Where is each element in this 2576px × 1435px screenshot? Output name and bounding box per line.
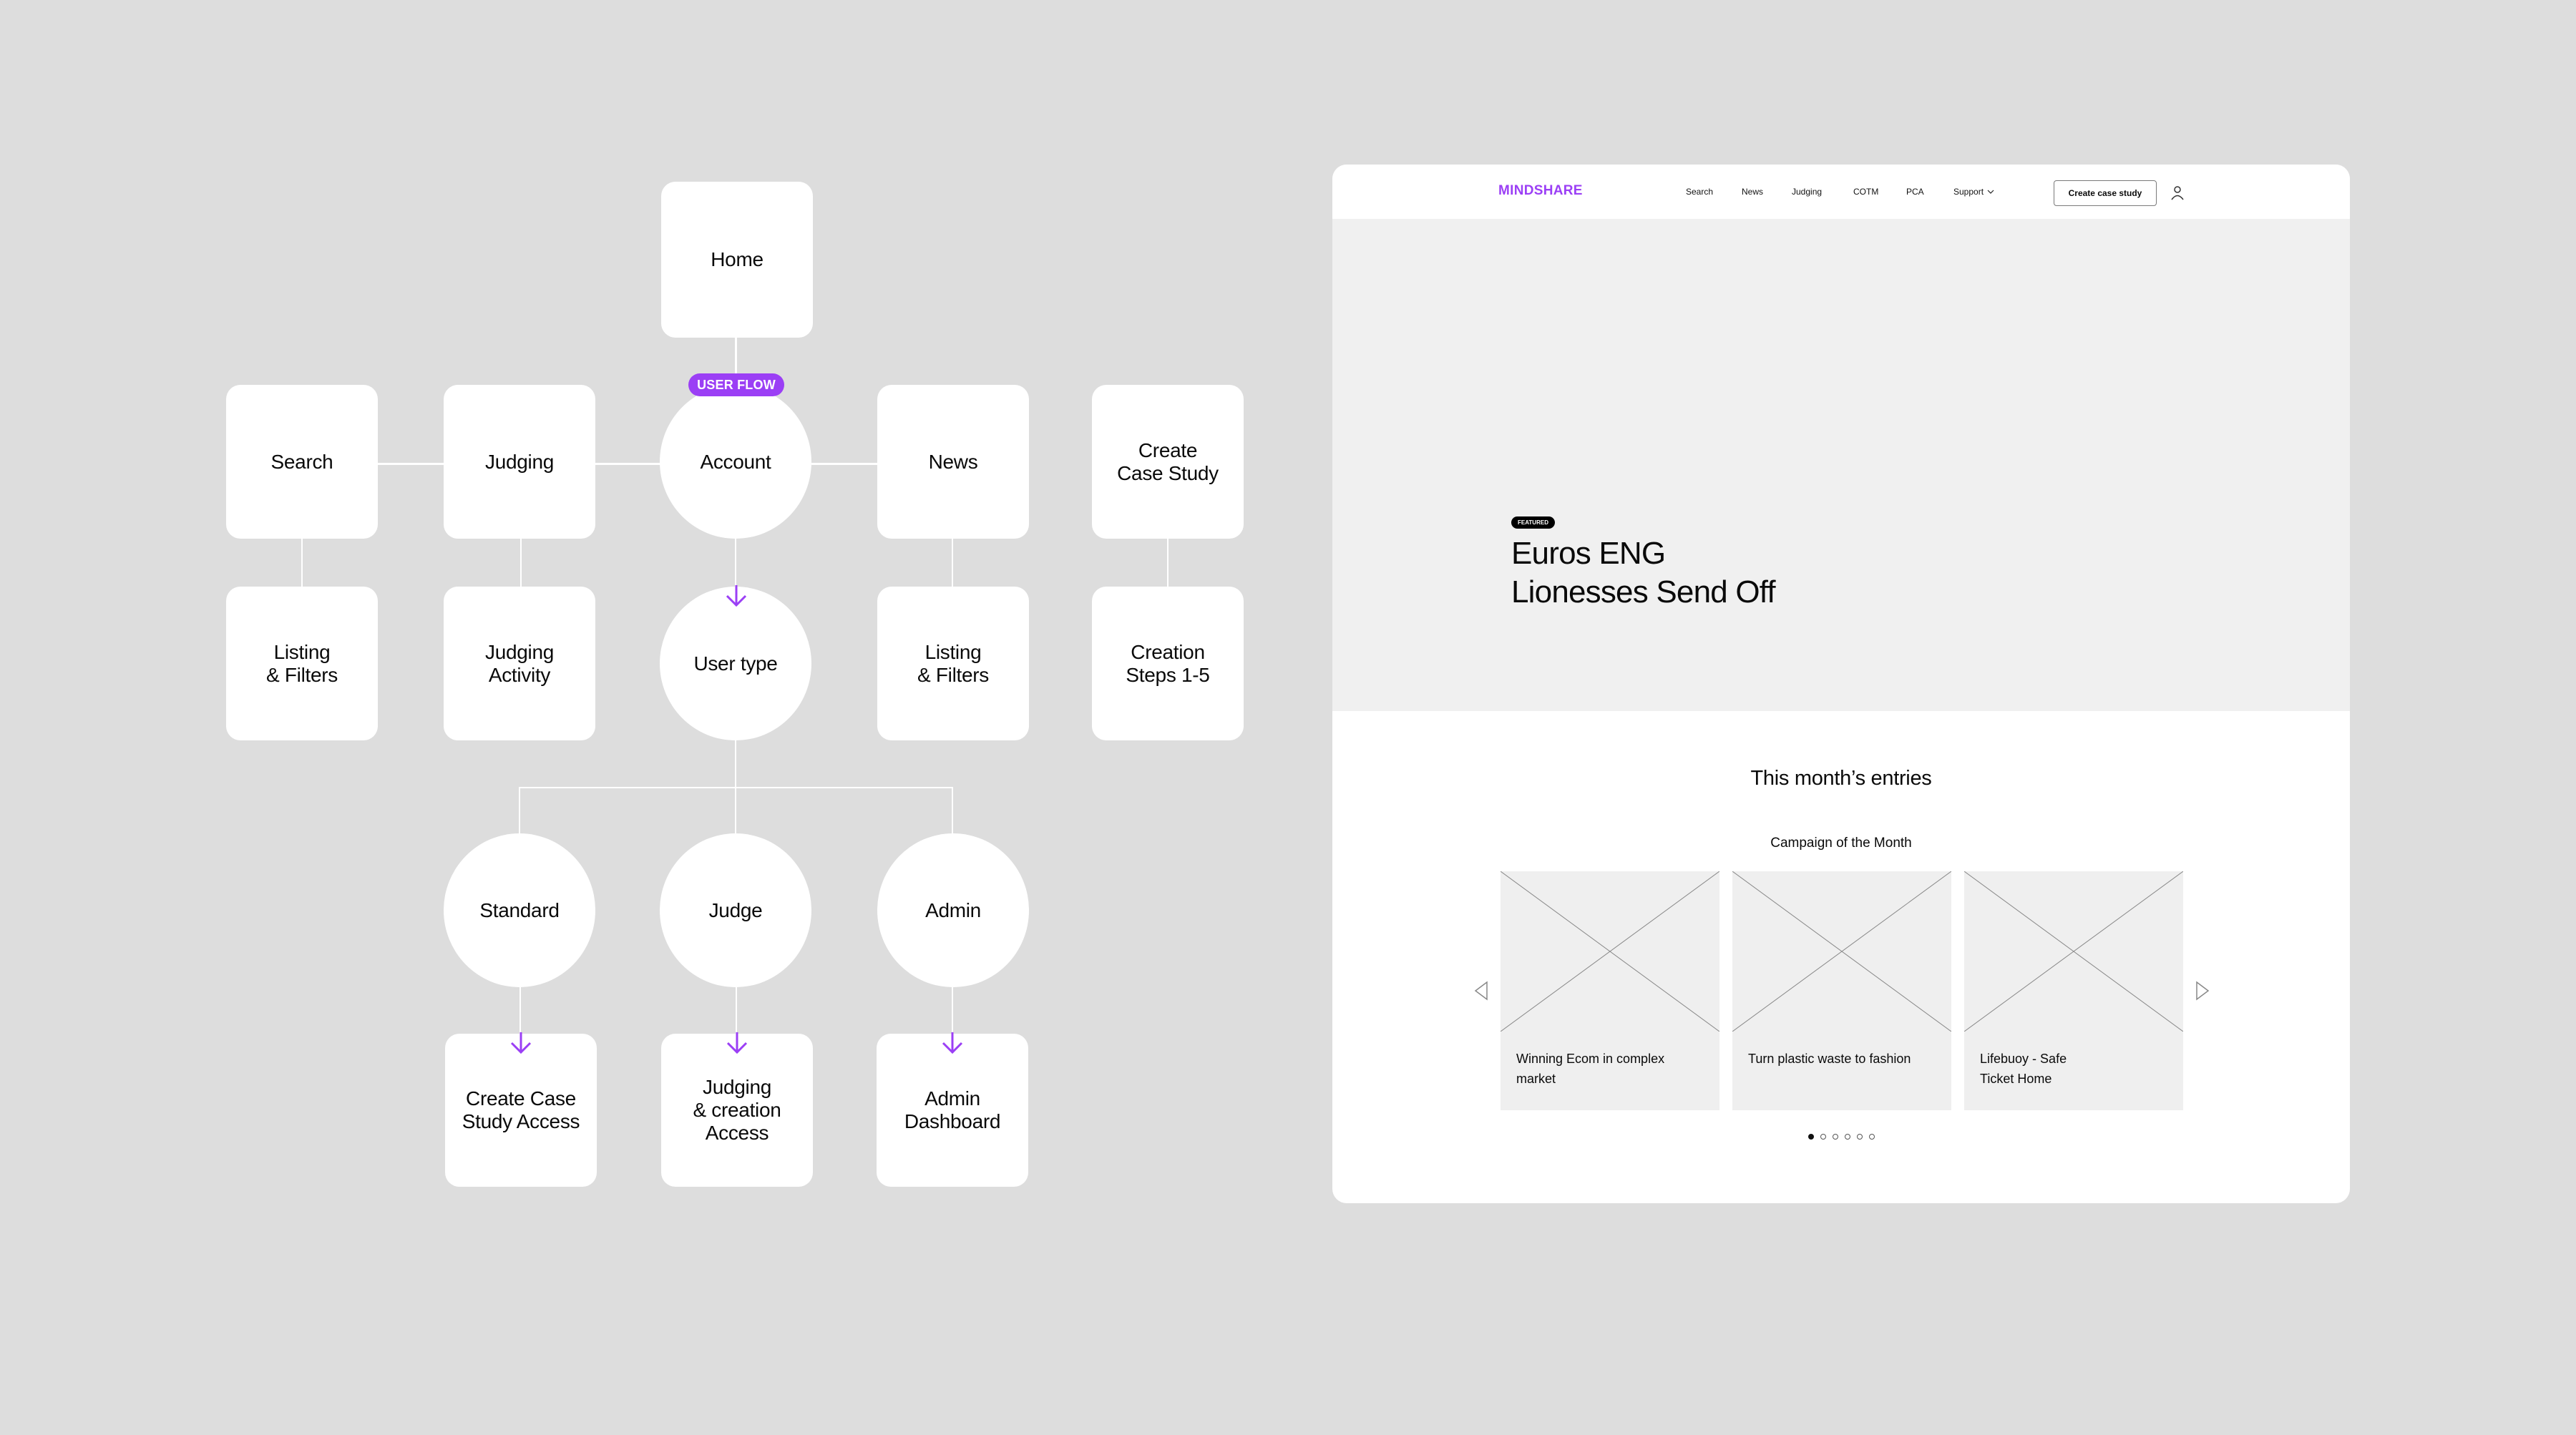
node-label: News (928, 450, 978, 473)
nav-cotm[interactable]: COTM (1853, 187, 1878, 197)
carousel-dot[interactable] (1844, 1134, 1850, 1140)
node-label: Judging & creation Access (693, 1076, 781, 1144)
card-title: Lifebuoy - Safe Ticket Home (1980, 1052, 2067, 1086)
arrow-down-icon (726, 585, 747, 607)
node-create-access: Create Case Study Access (445, 1034, 597, 1187)
carousel-dot[interactable] (1820, 1134, 1826, 1140)
node-label: Judge (708, 898, 763, 921)
connector-judging-activity (520, 539, 522, 587)
node-label: Judging (485, 450, 554, 473)
user-icon[interactable] (2170, 185, 2185, 202)
image-placeholder-icon (1964, 871, 2183, 1032)
node-home: Home (661, 182, 813, 338)
node-label: Listing & Filters (917, 640, 989, 686)
node-create-case-study: Create Case Study (1092, 385, 1244, 539)
connector-search-judging (378, 463, 444, 465)
node-label: User type (693, 652, 778, 675)
node-creation-steps: Creation Steps 1-5 (1092, 587, 1244, 740)
node-label: Create Case Study Access (462, 1087, 580, 1132)
chevron-down-icon (1987, 190, 1994, 194)
connector-standard-access (519, 987, 521, 1034)
connector-admin-dashboard (952, 987, 953, 1034)
connector-account-news (811, 463, 878, 465)
carousel-pagination (1332, 1134, 2350, 1140)
arrow-down-icon (726, 1032, 748, 1054)
node-user-type: User type (660, 587, 811, 740)
node-label: Creation Steps 1-5 (1126, 640, 1210, 686)
campaign-card[interactable]: Turn plastic waste to fashion (1732, 871, 1951, 1110)
node-search: Search (226, 385, 378, 539)
campaign-card[interactable]: Lifebuoy - Safe Ticket Home (1964, 871, 2183, 1110)
node-news: News (877, 385, 1029, 539)
node-judge: Judge (660, 833, 811, 987)
create-case-study-button[interactable]: Create case study (2054, 180, 2157, 206)
campaign-card[interactable]: Winning Ecom in complex market (1501, 871, 1719, 1110)
arrow-down-icon (942, 1032, 963, 1054)
node-label: Standard (479, 898, 560, 921)
nav-pca[interactable]: PCA (1906, 187, 1924, 197)
node-label: Account (700, 450, 771, 473)
carousel-next-icon[interactable] (2194, 980, 2211, 1001)
card-title: Turn plastic waste to fashion (1748, 1052, 1911, 1066)
hero-title: Euros ENG Lionesses Send Off (1511, 536, 1776, 609)
homepage-wireframe: MINDSHARE Search News Judging COTM PCA S… (1332, 165, 2350, 1203)
connector-branch-horizontal (519, 787, 953, 788)
featured-badge: FEATURED (1511, 516, 1555, 529)
node-admin-dashboard: Admin Dashboard (877, 1034, 1028, 1187)
node-label: Home (711, 248, 763, 270)
connector-judge-access (736, 987, 737, 1034)
user-flow-badge: USER FLOW (688, 373, 784, 396)
node-search-listing: Listing & Filters (226, 587, 378, 740)
node-account: Account (660, 385, 811, 539)
card-title: Winning Ecom in complex market (1516, 1052, 1665, 1086)
connector-create-steps (1167, 539, 1169, 587)
nav-search[interactable]: Search (1686, 187, 1713, 197)
node-label: Admin (925, 898, 981, 921)
carousel-dot[interactable] (1832, 1134, 1838, 1140)
arrow-down-icon (510, 1032, 532, 1054)
connector-judging-account (594, 463, 660, 465)
connector-account-usertype (735, 539, 736, 587)
carousel-dot[interactable] (1868, 1134, 1875, 1140)
node-label: Search (270, 450, 333, 473)
node-admin: Admin (877, 833, 1029, 987)
image-placeholder-icon (1732, 871, 1951, 1032)
connector-search-listing (301, 539, 303, 587)
carousel-dot[interactable] (1807, 1134, 1814, 1140)
node-label: Listing & Filters (266, 640, 338, 686)
hero-banner[interactable] (1332, 219, 2350, 711)
node-label: Admin Dashboard (904, 1087, 1001, 1132)
node-judging: Judging (444, 385, 595, 539)
node-judging-activity: Judging Activity (444, 587, 595, 740)
node-news-listing: Listing & Filters (877, 587, 1029, 740)
node-judging-access: Judging & creation Access (661, 1034, 813, 1187)
section-title: This month’s entries (1750, 767, 1932, 790)
image-placeholder-icon (1501, 871, 1719, 1032)
carousel-prev-icon[interactable] (1473, 980, 1490, 1001)
connector-branch-admin (952, 787, 953, 833)
nav-news[interactable]: News (1742, 187, 1763, 197)
node-label: Create Case Study (1117, 439, 1219, 484)
node-standard: Standard (444, 833, 595, 987)
section-subtitle: Campaign of the Month (1770, 836, 1912, 851)
carousel-dot[interactable] (1856, 1134, 1863, 1140)
nav-support-label: Support (1953, 187, 1984, 197)
nav-support[interactable]: Support (1953, 187, 1994, 197)
node-label: Judging Activity (485, 640, 554, 686)
nav-judging[interactable]: Judging (1792, 187, 1822, 197)
logo[interactable]: MINDSHARE (1498, 183, 1583, 199)
top-nav: MINDSHARE Search News Judging COTM PCA S… (1332, 165, 2350, 219)
connector-news-listing (952, 539, 953, 587)
connector-branch-standard (519, 787, 520, 833)
